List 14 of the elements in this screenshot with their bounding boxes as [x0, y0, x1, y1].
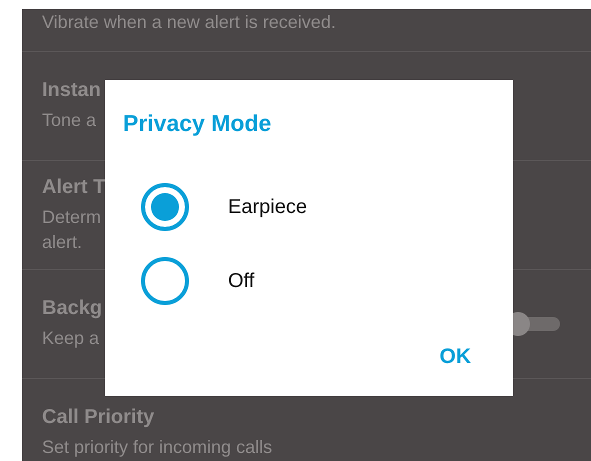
setting-title: Instan — [42, 79, 101, 102]
setting-description: Determ alert. — [42, 206, 102, 254]
dialog-title: Privacy Mode — [123, 110, 272, 137]
setting-title: Backg — [42, 297, 102, 320]
radio-button[interactable] — [141, 183, 189, 231]
option-label[interactable]: Earpiece — [228, 196, 307, 218]
setting-title: Call Priority — [42, 406, 156, 429]
setting-description: Vibrate when a new alert is received. — [42, 11, 336, 34]
radio-button[interactable] — [141, 257, 189, 305]
setting-title: Alert T — [42, 176, 106, 198]
setting-description: Tone a — [42, 109, 98, 132]
setting-description: Keep a — [42, 327, 100, 350]
option-label[interactable]: Off — [228, 270, 254, 292]
setting-description: Set priority for incoming calls — [42, 436, 272, 459]
